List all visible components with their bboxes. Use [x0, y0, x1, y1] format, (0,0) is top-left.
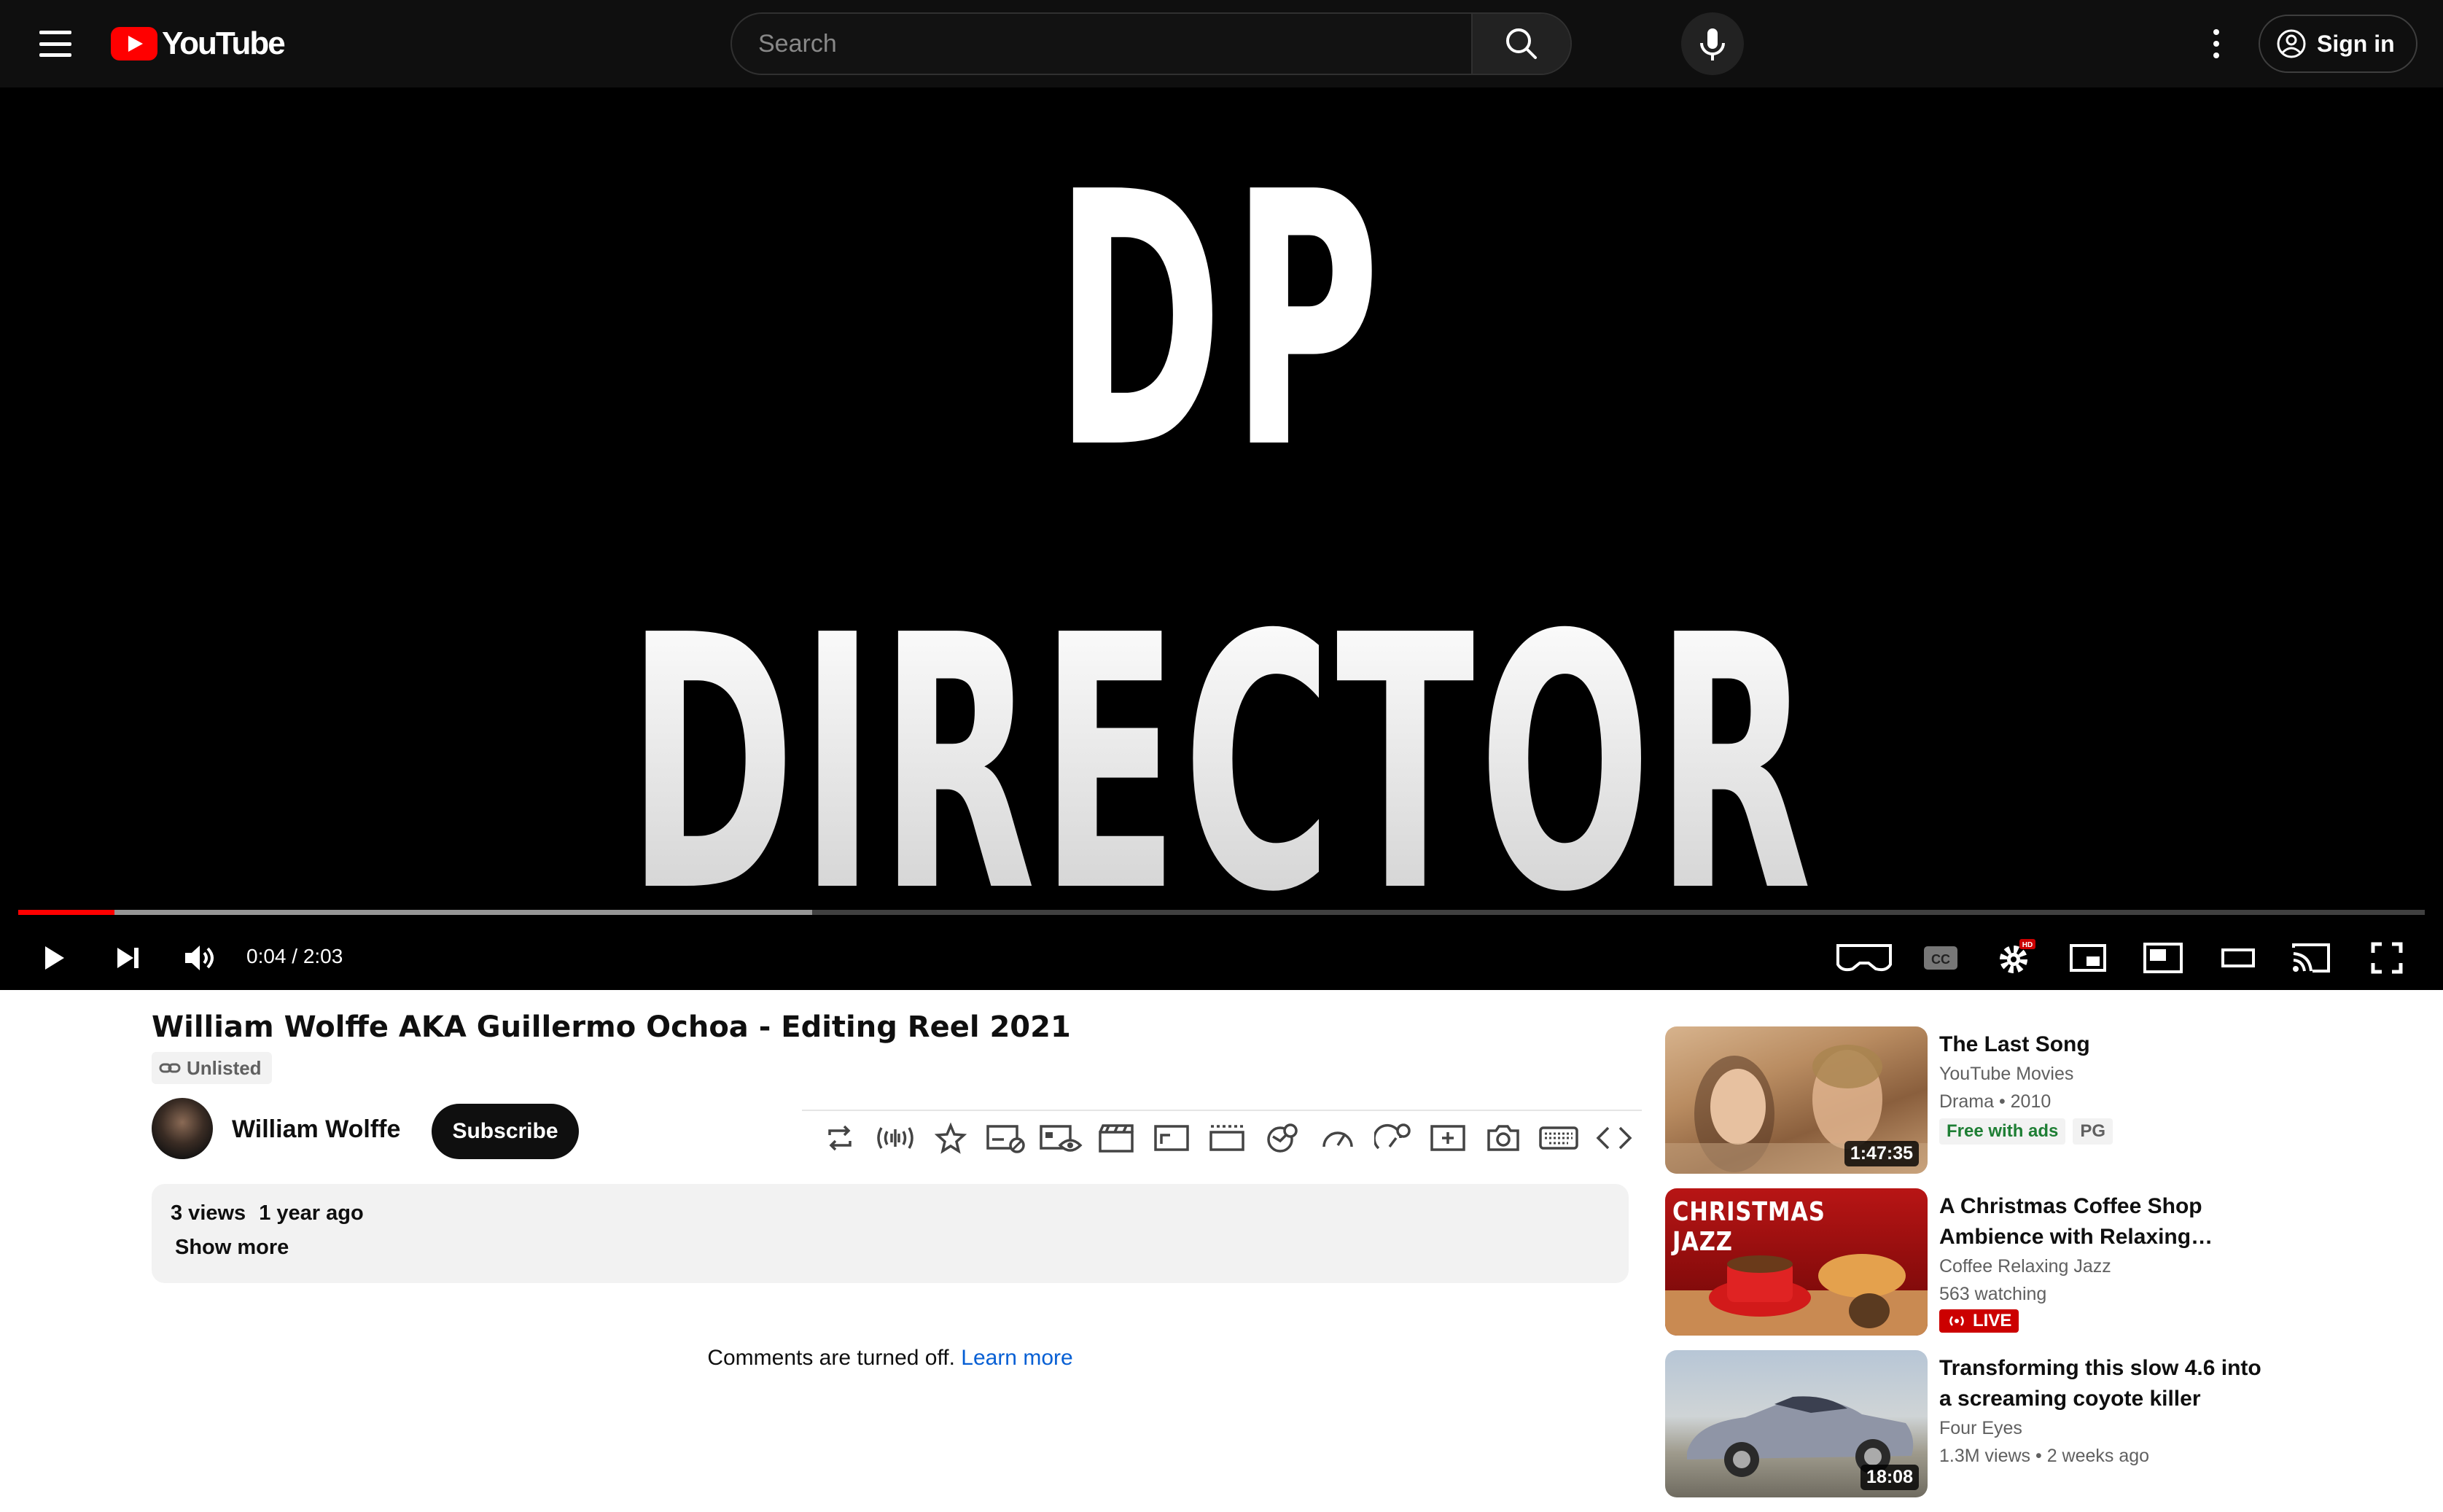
- captions-icon[interactable]: CC: [1919, 936, 1963, 980]
- masthead: YouTube Sign in: [0, 0, 2443, 87]
- live-badge: LIVE: [1939, 1309, 2019, 1333]
- description-box[interactable]: 3 views 1 year ago Show more: [152, 1184, 1629, 1283]
- unlisted-badge: Unlisted: [152, 1052, 272, 1084]
- menu-icon[interactable]: [36, 26, 74, 61]
- ads-block-icon[interactable]: [978, 1112, 1034, 1164]
- microphone-icon: [1700, 28, 1725, 61]
- channel-avatar[interactable]: [152, 1098, 213, 1159]
- live-icon: [1949, 1316, 1964, 1326]
- comments-off-text: Comments are turned off.: [707, 1346, 955, 1370]
- youtube-logo[interactable]: YouTube: [111, 25, 286, 63]
- pip-icon[interactable]: [2141, 936, 2185, 980]
- upload-age: 1 year ago: [259, 1201, 364, 1225]
- duration-badge: 18:08: [1861, 1465, 1919, 1490]
- search-input[interactable]: [732, 14, 1570, 74]
- speed-icon[interactable]: [1310, 1112, 1365, 1164]
- unlisted-label: Unlisted: [187, 1056, 262, 1079]
- free-with-ads-badge: Free with ads: [1939, 1118, 2066, 1145]
- thumbnail-text: CHRISTMAS JAZZ: [1672, 1197, 1826, 1257]
- progress-played: [18, 910, 115, 915]
- extension-toolbar: [802, 1110, 1642, 1165]
- related-item[interactable]: 1:47:35 The Last Song YouTube Movies Dra…: [1665, 1026, 2423, 1188]
- related-info: 563 watching: [1939, 1284, 2047, 1304]
- video-frame-text-dp: DP: [1054, 118, 1389, 526]
- hd-badge: HD: [2022, 941, 2033, 949]
- subscribe-button[interactable]: Subscribe: [432, 1104, 579, 1159]
- watched-icon[interactable]: [1033, 1112, 1088, 1164]
- duration-badge: 1:47:35: [1844, 1141, 1919, 1166]
- related-item[interactable]: CHRISTMAS JAZZ A Christmas Coffee Shop A…: [1665, 1188, 2423, 1350]
- frame-icon[interactable]: [1144, 1112, 1199, 1164]
- related-title[interactable]: The Last Song: [1939, 1029, 2275, 1060]
- theater-mode-icon[interactable]: [2216, 936, 2260, 980]
- screenshot-icon[interactable]: [1476, 1112, 1531, 1164]
- sign-in-button[interactable]: Sign in: [2259, 15, 2417, 73]
- related-meta: A Christmas Coffee Shop Ambience with Re…: [1939, 1191, 2275, 1333]
- search-button[interactable]: [1471, 14, 1570, 74]
- related-channel[interactable]: YouTube Movies: [1939, 1060, 2275, 1088]
- progress-bar[interactable]: [18, 910, 2425, 915]
- sign-in-label: Sign in: [2317, 30, 2395, 57]
- time-display: 0:04 / 2:03: [246, 945, 343, 967]
- related-title[interactable]: Transforming this slow 4.6 into a scream…: [1939, 1353, 2275, 1414]
- related-info: 1.3M views • 2 weeks ago: [1939, 1442, 2275, 1470]
- voice-search-button[interactable]: [1681, 12, 1744, 75]
- cinema-icon[interactable]: [1088, 1112, 1144, 1164]
- filter-icon[interactable]: [1255, 1112, 1310, 1164]
- live-label: LIVE: [1973, 1311, 2012, 1330]
- related-title[interactable]: A Christmas Coffee Shop Ambience with Re…: [1939, 1191, 2275, 1252]
- captions-label: CC: [1931, 952, 1950, 967]
- settings-more-icon[interactable]: [2196, 15, 2237, 73]
- youtube-play-logo-icon: [111, 27, 157, 61]
- play-icon[interactable]: [31, 936, 74, 980]
- comments-disabled-message: Comments are turned off. Learn more: [0, 1346, 1780, 1371]
- miniplayer-icon[interactable]: [2066, 936, 2110, 980]
- related-views: 1.3M views: [1939, 1446, 2031, 1466]
- player-controls: 0:04 / 2:03 CC HD: [0, 926, 2443, 990]
- search-box: [730, 12, 1572, 75]
- show-more-button[interactable]: Show more: [175, 1236, 1610, 1260]
- settings-icon[interactable]: HD: [1993, 936, 2037, 980]
- add-icon[interactable]: [1420, 1112, 1476, 1164]
- keyboard-icon[interactable]: [1531, 1112, 1586, 1164]
- related-item[interactable]: 18:08 Transforming this slow 4.6 into a …: [1665, 1350, 2423, 1512]
- description-meta: 3 views 1 year ago: [171, 1201, 1610, 1225]
- speed-settings-icon[interactable]: [1365, 1112, 1421, 1164]
- related-channel[interactable]: Coffee Relaxing Jazz: [1939, 1252, 2275, 1280]
- rating-badge: PG: [2073, 1118, 2113, 1145]
- thumbnail[interactable]: 1:47:35: [1665, 1026, 1928, 1174]
- fullscreen-icon[interactable]: [2365, 936, 2409, 980]
- view-count: 3 views: [171, 1201, 246, 1225]
- link-icon: [159, 1063, 181, 1073]
- progress-buffered: [18, 910, 813, 915]
- related-age: • 2 weeks ago: [2035, 1446, 2150, 1466]
- video-player[interactable]: DP DIRECTOR 0:04 / 2:03 CC HD: [0, 87, 2443, 990]
- channel-name[interactable]: William Wolffe: [232, 1115, 400, 1144]
- audio-icon[interactable]: [868, 1112, 923, 1164]
- learn-more-link[interactable]: Learn more: [961, 1346, 1072, 1370]
- related-meta: The Last Song YouTube Movies Drama • 201…: [1939, 1029, 2275, 1145]
- related-channel[interactable]: Four Eyes: [1939, 1414, 2275, 1442]
- code-icon[interactable]: [1586, 1112, 1642, 1164]
- related-meta: Transforming this slow 4.6 into a scream…: [1939, 1353, 2275, 1470]
- next-icon[interactable]: [106, 936, 149, 980]
- cast-icon[interactable]: [2289, 936, 2333, 980]
- thumbnail[interactable]: CHRISTMAS JAZZ: [1665, 1188, 1928, 1336]
- related-videos: 1:47:35 The Last Song YouTube Movies Dra…: [1665, 1026, 2423, 1512]
- video-frame-text-director: DIRECTOR: [513, 591, 1930, 940]
- thumbnail[interactable]: 18:08: [1665, 1350, 1928, 1497]
- related-info: Drama • 2010: [1939, 1091, 2052, 1112]
- star-icon[interactable]: [923, 1112, 978, 1164]
- vr-icon[interactable]: [1831, 936, 1897, 980]
- video-title: William Wolffe AKA Guillermo Ochoa - Edi…: [152, 1010, 1071, 1044]
- logo-text: YouTube: [162, 26, 286, 61]
- account-icon: [2277, 29, 2306, 58]
- loop-icon[interactable]: [812, 1112, 868, 1164]
- crop-icon[interactable]: [1199, 1112, 1255, 1164]
- volume-icon[interactable]: [178, 936, 222, 980]
- search-icon: [1506, 28, 1537, 59]
